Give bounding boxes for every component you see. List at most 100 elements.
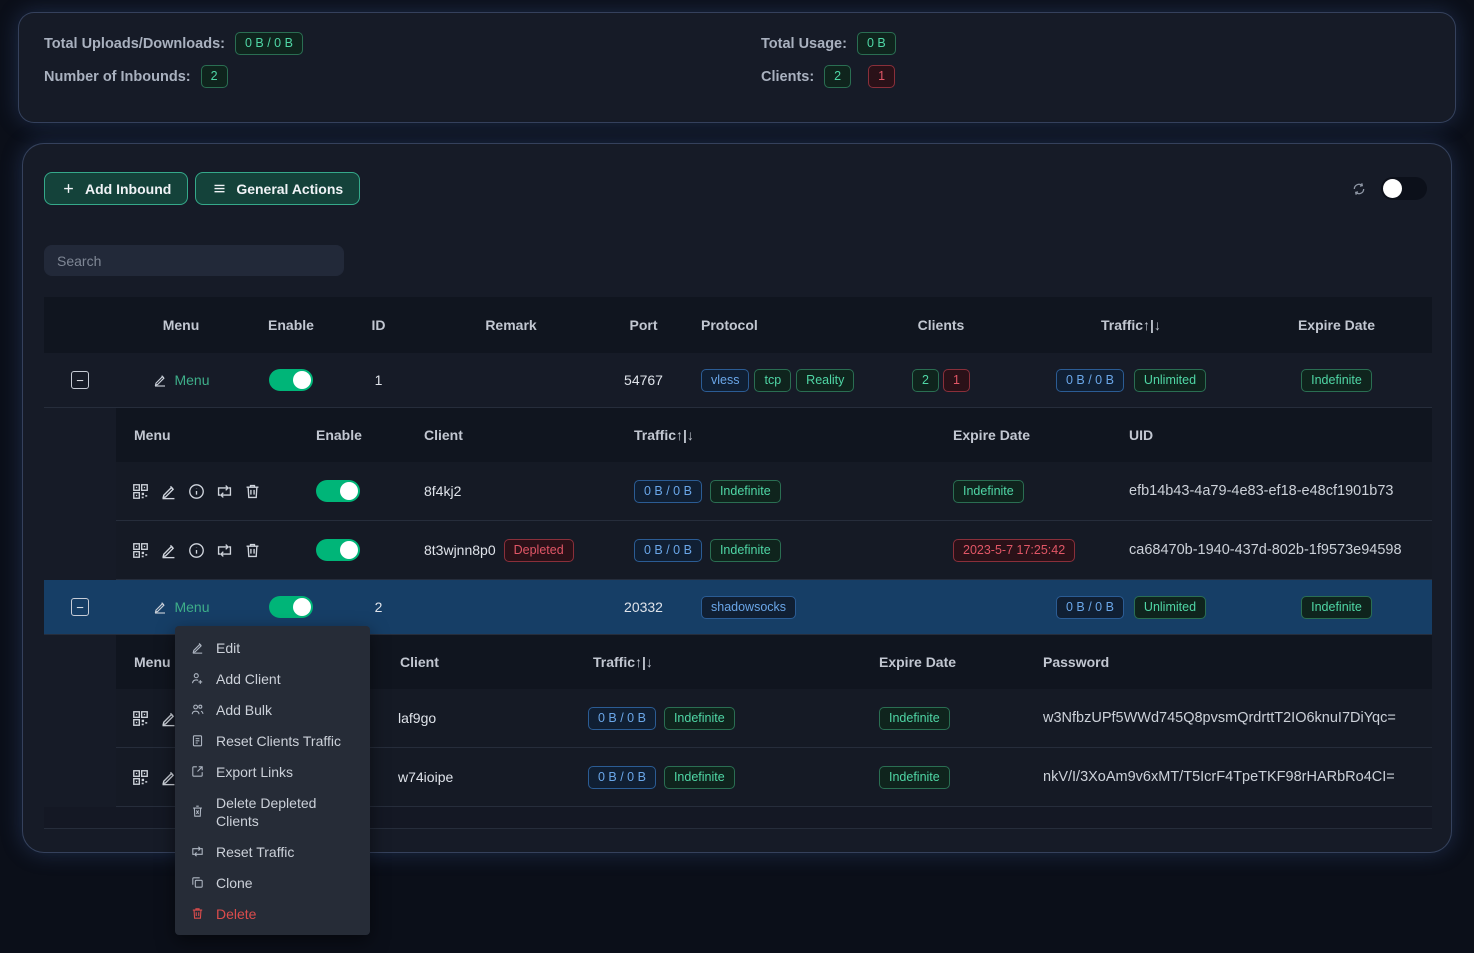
client-name: w74ioipe [396,769,581,785]
menu-item-clone[interactable]: Clone [175,867,370,898]
col-id: ID [336,317,421,333]
qrcode-icon[interactable] [131,541,150,560]
users-icon [190,702,205,717]
export-icon [190,764,205,779]
client-enable-toggle[interactable] [316,539,360,561]
menu-item-edit[interactable]: Edit [175,632,370,663]
depleted-badge: Depleted [504,539,574,562]
add-inbound-button[interactable]: Add Inbound [44,172,188,205]
col-traffic-sort[interactable]: Traffic↑|↓ [626,427,941,443]
edit-icon[interactable] [159,541,178,560]
menu-item-label: Add Client [216,670,281,688]
menu-item-label: Add Bulk [216,701,272,719]
col-client: Client [396,654,581,670]
inbound-port: 54767 [601,372,686,388]
menu-item-label: Edit [216,639,240,657]
col-clients: Clients [861,317,1021,333]
refresh-icon[interactable] [1351,181,1367,197]
menu-item-delete[interactable]: Delete [175,898,370,929]
menu-item-delete-depleted-clients[interactable]: Delete Depleted Clients [175,787,370,836]
expire-badge: 2023-5-7 17:25:42 [953,539,1075,562]
traffic-badge: 0 B / 0 B [634,480,702,503]
menu-item-add-client[interactable]: Add Client [175,663,370,694]
total-uploads-downloads-label: Total Uploads/Downloads: [44,36,225,52]
client-name: laf9go [396,710,581,726]
col-enable: Enable [246,317,336,333]
col-password: Password [1031,654,1432,670]
expire-badge: Indefinite [1301,596,1372,619]
security-badge: Reality [796,369,854,392]
inbound-menu-label: Menu [174,599,209,615]
client-uid: ca68470b-1940-437d-802b-1f9573e94598 [1121,542,1432,558]
clients-count-badge: 2 [912,369,939,392]
edit-icon[interactable] [159,482,178,501]
dark-mode-toggle[interactable] [1381,177,1427,200]
inbound-1-clients-table: Menu Enable Client Traffic↑|↓ Expire Dat… [116,408,1432,580]
general-actions-label: General Actions [236,181,343,197]
client-name: 8f4kj2 [416,483,626,499]
clients-active-count: 2 [824,65,851,88]
col-traffic-sort[interactable]: Traffic↑|↓ [1021,317,1241,333]
clone-icon [190,875,205,890]
traffic-badge: 0 B / 0 B [588,707,656,730]
client-uid: efb14b43-4a79-4e83-ef18-e48cf1901b73 [1121,483,1432,499]
menu-item-label: Delete Depleted Clients [216,794,355,830]
toolbar: Add Inbound General Actions [44,172,1427,205]
collapse-row-button[interactable]: − [71,598,89,616]
trash-icon [190,906,205,921]
inbound-id: 2 [336,599,421,615]
total-usage-value: 0 B [857,32,896,55]
menu-item-reset-clients-traffic[interactable]: Reset Clients Traffic [175,725,370,756]
client-enable-toggle[interactable] [316,480,360,502]
traffic-limit-badge: Unlimited [1134,596,1206,619]
traffic-limit-badge: Indefinite [664,707,735,730]
collapse-row-button[interactable]: − [71,371,89,389]
menu-item-label: Reset Clients Traffic [216,732,341,750]
reset-traffic-icon[interactable] [215,482,234,501]
menu-item-label: Delete [216,905,256,923]
col-menu: Menu [116,317,246,333]
toggle-knob [293,598,311,616]
inbound-menu-trigger[interactable]: Menu [152,599,209,615]
clipboard-reset-icon [190,733,205,748]
clients-depleted-count: 1 [868,65,895,88]
expire-badge: Indefinite [1301,369,1372,392]
number-of-inbounds-value: 2 [201,65,228,88]
reset-traffic-icon[interactable] [215,541,234,560]
trash-icon[interactable] [243,541,262,560]
expire-badge: Indefinite [953,480,1024,503]
delete-depleted-icon [190,804,205,819]
total-usage-label: Total Usage: [761,36,847,52]
traffic-badge: 0 B / 0 B [1056,596,1124,619]
info-icon[interactable] [187,482,206,501]
trash-icon[interactable] [243,482,262,501]
col-remark: Remark [421,317,601,333]
stats-panel: Total Uploads/Downloads: 0 B / 0 B Total… [18,12,1456,123]
traffic-limit-badge: Indefinite [710,480,781,503]
client-name: 8t3wjnn8p0 [424,542,496,558]
edit-icon [152,372,168,388]
info-icon[interactable] [187,541,206,560]
qrcode-icon[interactable] [131,768,150,787]
protocol-badge: shadowsocks [701,596,796,619]
traffic-limit-badge: Indefinite [710,539,781,562]
toggle-knob [293,371,311,389]
inbound-enable-toggle[interactable] [269,596,313,618]
col-port: Port [601,317,686,333]
menu-item-export-links[interactable]: Export Links [175,756,370,787]
qrcode-icon[interactable] [131,482,150,501]
col-traffic-sort[interactable]: Traffic↑|↓ [581,654,861,670]
menu-item-add-bulk[interactable]: Add Bulk [175,694,370,725]
inbound-port: 20332 [601,599,686,615]
qrcode-icon[interactable] [131,709,150,728]
protocol-badge: vless [701,369,749,392]
client-row: 8f4kj2 0 B / 0 B Indefinite Indefinite e… [116,462,1432,521]
col-protocol: Protocol [686,317,861,333]
menu-item-reset-traffic[interactable]: Reset Traffic [175,836,370,867]
inbound-enable-toggle[interactable] [269,369,313,391]
inbound-menu-trigger[interactable]: Menu [152,372,209,388]
number-of-inbounds-label: Number of Inbounds: [44,69,191,85]
general-actions-button[interactable]: General Actions [195,172,360,205]
col-expire-date: Expire Date [1241,317,1432,333]
search-input[interactable] [44,245,344,276]
